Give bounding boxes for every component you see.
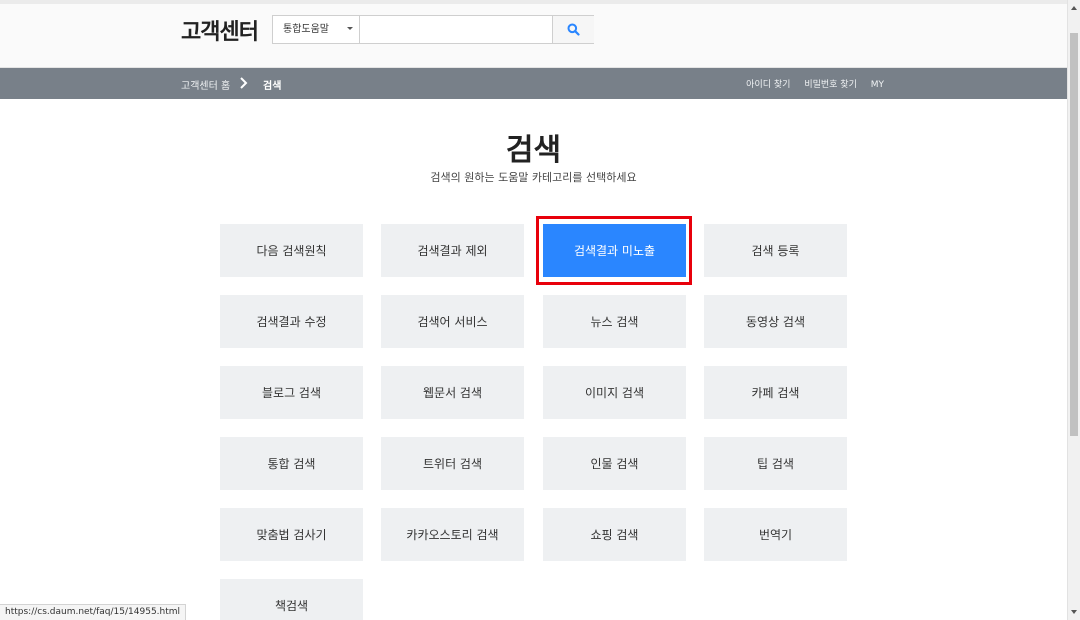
find-password-link[interactable]: 비밀번호 찾기	[804, 80, 857, 90]
breadcrumb-current: 검색	[263, 81, 282, 92]
category-tile[interactable]: 쇼핑 검색	[543, 508, 686, 561]
scrollbar-thumb[interactable]	[1070, 33, 1078, 436]
category-tile[interactable]: 웹문서 검색	[381, 366, 524, 419]
category-tile[interactable]: 검색어 서비스	[381, 295, 524, 348]
search-category-label: 통합도움말	[283, 24, 329, 35]
category-tile[interactable]: 검색 등록	[704, 224, 847, 277]
status-bar-url: https://cs.daum.net/faq/15/14955.html	[0, 604, 187, 620]
page-subtitle: 검색의 원하는 도움말 카테고리를 선택하세요	[430, 171, 637, 184]
category-tile[interactable]: 트위터 검색	[381, 437, 524, 490]
header: 고객센터 통합도움말	[0, 4, 1067, 68]
search-icon	[567, 23, 580, 36]
scroll-up-arrow-icon[interactable]	[1071, 6, 1077, 10]
category-tile-selected[interactable]: 검색결과 미노출	[543, 224, 686, 277]
account-links: 아이디 찾기 비밀번호 찾기 MY	[735, 77, 884, 90]
category-tile[interactable]: 번역기	[704, 508, 847, 561]
category-tile[interactable]: 인물 검색	[543, 437, 686, 490]
category-tile[interactable]: 검색결과 제외	[381, 224, 524, 277]
site-logo[interactable]: 고객센터	[181, 14, 259, 46]
search-bar: 통합도움말	[272, 15, 594, 44]
category-tile[interactable]: 뉴스 검색	[543, 295, 686, 348]
scroll-down-arrow-icon[interactable]	[1071, 610, 1077, 614]
category-tile[interactable]: 검색결과 수정	[220, 295, 363, 348]
my-link[interactable]: MY	[871, 80, 884, 90]
category-tile[interactable]: 이미지 검색	[543, 366, 686, 419]
category-tile[interactable]: 맞춤법 검사기	[220, 508, 363, 561]
category-tile[interactable]: 카카오스토리 검색	[381, 508, 524, 561]
category-tile[interactable]: 동영상 검색	[704, 295, 847, 348]
search-input[interactable]	[361, 16, 551, 43]
page: 고객센터 통합도움말 고객센터 홈 검색 아이디 찾기 비밀번호 찾기 MY 검…	[0, 0, 1067, 620]
category-tile[interactable]: 다음 검색원칙	[220, 224, 363, 277]
page-title: 검색	[505, 133, 562, 168]
search-category-select[interactable]: 통합도움말	[273, 16, 360, 43]
breadcrumb-home[interactable]: 고객센터 홈	[181, 77, 230, 92]
category-tile[interactable]: 팁 검색	[704, 437, 847, 490]
search-button[interactable]	[552, 16, 594, 43]
category-tile[interactable]: 책검색	[220, 579, 363, 620]
category-tile[interactable]: 카페 검색	[704, 366, 847, 419]
category-tile[interactable]: 블로그 검색	[220, 366, 363, 419]
caret-down-icon	[347, 27, 353, 30]
nav-bar: 고객센터 홈 검색 아이디 찾기 비밀번호 찾기 MY	[0, 68, 1067, 99]
vertical-scrollbar[interactable]	[1067, 0, 1080, 620]
find-id-link[interactable]: 아이디 찾기	[746, 80, 790, 90]
category-tile[interactable]: 통합 검색	[220, 437, 363, 490]
chevron-right-icon	[240, 77, 248, 89]
